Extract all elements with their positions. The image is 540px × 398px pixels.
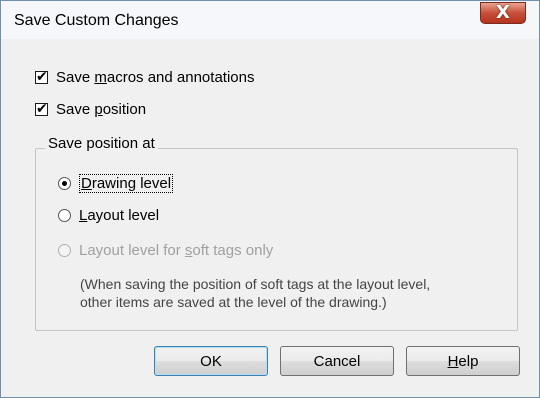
soft-tags-label: Layout level for soft tags only (79, 242, 274, 259)
note-line-2: other items are saved at the level of th… (80, 294, 387, 310)
help-button-label: Help (447, 352, 479, 370)
ok-button[interactable]: OK (154, 346, 268, 376)
ok-button-label: OK (200, 352, 222, 370)
save-macros-checkbox-row[interactable]: Save macros and annotations (35, 67, 255, 87)
save-position-checkbox-row[interactable]: Save position (35, 99, 147, 119)
save-macros-label: Save macros and annotations (56, 69, 255, 86)
cancel-button[interactable]: Cancel (280, 346, 394, 376)
drawing-level-radio[interactable] (58, 177, 71, 190)
soft-tags-note: (When saving the position of soft tags a… (80, 275, 500, 311)
soft-tags-radio (58, 244, 71, 257)
drawing-level-label: Drawing level (79, 174, 174, 193)
save-position-label: Save position (56, 101, 147, 118)
close-button[interactable]: X (480, 2, 526, 24)
dialog-title: Save Custom Changes (14, 12, 179, 29)
layout-level-radio-row[interactable]: Layout level (58, 207, 159, 224)
group-legend: Save position at (45, 135, 158, 152)
drawing-level-radio-row[interactable]: Drawing level (58, 174, 174, 193)
layout-level-radio[interactable] (58, 209, 71, 222)
cancel-button-label: Cancel (313, 352, 361, 370)
save-position-checkbox[interactable] (35, 99, 48, 119)
help-button[interactable]: Help (406, 346, 520, 376)
layout-level-label: Layout level (79, 207, 160, 224)
note-line-1: (When saving the position of soft tags a… (80, 276, 431, 292)
save-macros-checkbox[interactable] (35, 67, 48, 87)
title-bar[interactable]: Save Custom Changes X (1, 1, 539, 39)
soft-tags-radio-row: Layout level for soft tags only (58, 242, 273, 259)
close-icon: X (496, 2, 510, 23)
